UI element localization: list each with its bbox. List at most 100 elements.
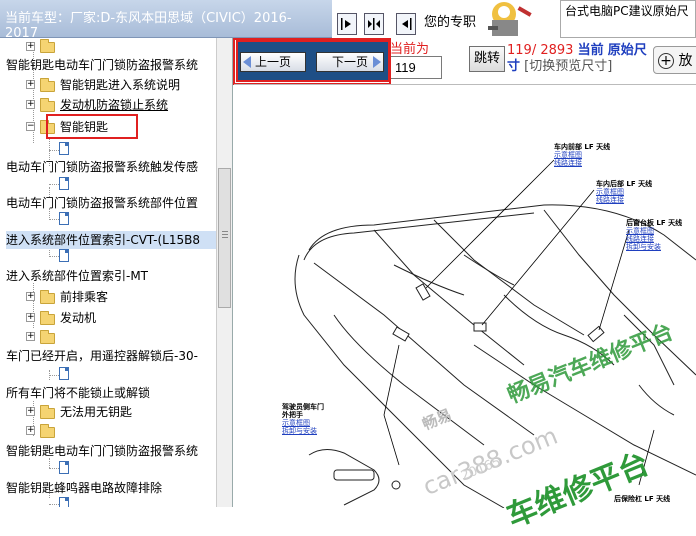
tree-item[interactable]: 进入系统部件位置索引-MT — [6, 267, 148, 285]
tree-item[interactable]: 车门已经开启，用遥控器解锁后-30- — [6, 347, 198, 365]
tree-guide-line — [49, 504, 59, 505]
switch-preview-link[interactable]: [切换预览尺寸] — [524, 59, 612, 74]
header-bar: 当前车型：厂家:D-东风本田思域（CIVIC）2016- 2017 您的专职 台… — [0, 0, 696, 39]
document-icon[interactable] — [59, 461, 69, 474]
label-rear-bumper-lf-antenna: 后保险杠 LF 天线 — [614, 495, 670, 503]
tree-item-label: 进入系统部件位置索引-MT — [6, 269, 149, 283]
tree-item[interactable]: + 无法用无钥匙 — [26, 403, 226, 421]
tree-item-label: 智能钥匙进入系统说明 — [60, 78, 181, 92]
tree-item[interactable]: 智能钥匙电动车门门锁防盗报警系统 — [6, 442, 198, 460]
document-icon[interactable] — [59, 249, 69, 262]
label-link[interactable]: 拆卸与安装 — [626, 243, 682, 251]
label-title: 后窗台板 LF 天线 — [626, 219, 683, 227]
tree-item-selected[interactable]: 进入系统部件位置索引-CVT-(L15B8 — [6, 231, 216, 249]
handle-button-shape — [391, 480, 401, 490]
original-size-tail: 寸 — [507, 59, 521, 74]
label-link[interactable]: 示意框图 — [282, 419, 324, 427]
original-size: 原始尺 — [607, 43, 647, 58]
header-left: 当前车型：厂家:D-东风本田思域（CIVIC）2016- 2017 — [0, 0, 332, 39]
label-front-lf-antenna: 车内前部 LF 天线 示意框图 线路连接 — [554, 143, 610, 167]
tree-item-label: 电动车门门锁防盗报警系统触发传感 — [6, 160, 199, 174]
tree-item[interactable]: + 前排乘客 — [26, 288, 226, 306]
sidebar-tree: + 智能钥匙电动车门门锁防盗报警系统 + 智能钥匙进入系统说明 + 发动机防盗锁… — [0, 38, 233, 507]
car-value: 厂家:D-东风本田思域（CIVIC）2016- — [70, 11, 292, 26]
label-link[interactable]: 线路连接 — [554, 159, 610, 167]
tree-item-label: 所有车门将不能锁止或解锁 — [6, 386, 151, 400]
tree-item[interactable]: 所有车门将不能锁止或解锁 — [6, 384, 150, 402]
document-icon[interactable] — [59, 367, 69, 380]
car-dash-line — [393, 264, 465, 296]
folder-icon — [40, 424, 55, 438]
document-icon[interactable] — [59, 177, 69, 190]
label-title: 驾驶员侧车门 — [282, 403, 324, 411]
car-label: 当前车型： — [5, 11, 71, 26]
label-link[interactable]: 示意框图 — [626, 227, 682, 235]
label-link[interactable]: 拆卸与安装 — [282, 427, 324, 435]
jump-button[interactable]: 跳转 — [469, 46, 505, 72]
label-link[interactable]: 示意框图 — [596, 188, 652, 196]
label-title: 外把手 — [282, 411, 303, 419]
expand-icon[interactable]: + — [26, 100, 35, 109]
tree-guide-line — [49, 468, 59, 469]
ad-banner[interactable]: 台式电脑PC建议原始尺 — [560, 0, 696, 38]
expand-icon[interactable]: + — [26, 42, 35, 51]
tree-item-label: 无法用无钥匙 — [60, 405, 133, 419]
tree-guide-line — [49, 150, 59, 151]
label-driver-door-handle: 驾驶员侧车门 外把手 示意框图 拆卸与安装 — [282, 403, 324, 435]
expand-icon[interactable]: + — [26, 292, 35, 301]
leader-line-front — [425, 159, 555, 289]
expand-icon[interactable]: + — [26, 426, 35, 435]
collapse-right-button[interactable] — [396, 13, 416, 35]
page-count: 119/ 2893 — [507, 43, 574, 58]
tree-item-label: 发动机防盗锁止系统 — [60, 98, 169, 112]
tree-guide-line — [49, 219, 59, 220]
tree-item[interactable]: + 发动机 — [26, 309, 226, 327]
expand-icon[interactable]: + — [26, 332, 35, 341]
leader-line-handle — [383, 344, 400, 416]
sidebar-scrollbar[interactable] — [216, 38, 232, 507]
label-shelf-lf-antenna: 后窗台板 LF 天线 示意框图 线路连接 拆卸与安装 — [626, 219, 682, 251]
tree-item[interactable]: + — [26, 328, 226, 346]
tree-item[interactable]: 电动车门门锁防盗报警系统部件位置 — [6, 194, 198, 212]
collapse-left-button[interactable] — [337, 13, 357, 35]
document-viewer[interactable]: 车内前部 LF 天线 示意框图 线路连接 车内后部 LF 天线 示意框图 线路连… — [234, 84, 696, 535]
document-icon[interactable] — [59, 212, 69, 225]
tree-item-label: 智能钥匙电动车门门锁防盗报警系统 — [6, 58, 199, 72]
tree-item-label: 进入系统部件位置索引-CVT-(L15B8 — [6, 233, 200, 247]
tree-item[interactable]: + 发动机防盗锁止系统 — [26, 96, 226, 114]
zoom-in-button[interactable]: + 放 — [653, 46, 696, 74]
handle-callout-outline — [308, 449, 380, 506]
car-seat-line-2 — [463, 254, 515, 286]
tree-item[interactable]: + 智能钥匙进入系统说明 — [26, 76, 226, 94]
split-view-button[interactable] — [364, 13, 384, 35]
handle-part — [392, 326, 410, 342]
antenna-rear-part — [473, 322, 487, 332]
current-car-model: 当前车型：厂家:D-东风本田思域（CIVIC）2016- 2017 — [5, 11, 327, 39]
label-link[interactable]: 线路连接 — [626, 235, 682, 243]
label-title: 车内前部 LF 天线 — [554, 143, 611, 151]
expand-icon[interactable]: + — [26, 313, 35, 322]
tree-item-label: 前排乘客 — [60, 290, 109, 304]
folder-icon — [40, 78, 55, 92]
tree-item[interactable]: 智能钥匙蜂鸣器电路故障排除 — [6, 479, 162, 497]
expand-icon[interactable]: + — [26, 407, 35, 416]
page-number-input[interactable] — [390, 56, 442, 79]
tree-item[interactable]: 电动车门门锁防盗报警系统触发传感 — [6, 158, 198, 176]
folder-icon — [40, 330, 55, 344]
nav-highlight-box — [233, 38, 391, 85]
tree-item[interactable]: + — [26, 422, 226, 440]
label-link[interactable]: 线路连接 — [596, 196, 652, 204]
document-icon[interactable] — [59, 497, 69, 507]
tree-guide-line — [49, 184, 59, 185]
document-icon[interactable] — [59, 142, 69, 155]
scrollbar-thumb[interactable] — [218, 168, 231, 308]
tree-guide-line — [49, 375, 59, 376]
mechanic-logo-icon — [488, 2, 532, 36]
collapse-icon[interactable]: − — [26, 122, 35, 131]
label-link[interactable]: 示意框图 — [554, 151, 610, 159]
plus-icon: + — [658, 53, 674, 69]
expand-icon[interactable]: + — [26, 80, 35, 89]
tree-item-label: 电动车门门锁防盗报警系统部件位置 — [6, 196, 199, 210]
folder-icon — [40, 311, 55, 325]
tree-item[interactable]: 智能钥匙电动车门门锁防盗报警系统 — [6, 56, 198, 74]
